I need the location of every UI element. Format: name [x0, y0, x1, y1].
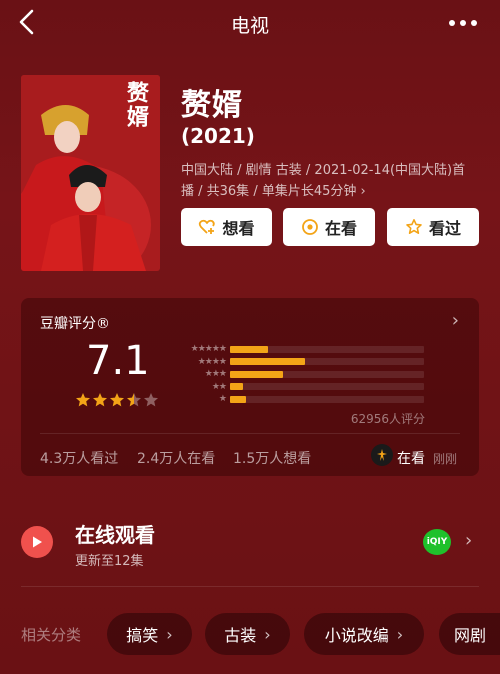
rating-bar-row: ★★ — [171, 381, 441, 393]
rating-bar-track — [230, 345, 424, 353]
rating-bar — [230, 395, 247, 403]
watched-button[interactable]: 看过 — [387, 208, 479, 246]
poster-title-art: 赘婿 — [123, 81, 149, 129]
heart-plus-icon — [198, 218, 216, 236]
tag-label: 搞笑 — [126, 626, 159, 645]
online-watch-subtitle: 更新至12集 — [75, 554, 144, 569]
rating-bar-row: ★★★★ — [171, 356, 441, 368]
star-full-icon — [75, 392, 91, 412]
watching-button[interactable]: 在看 — [283, 208, 375, 246]
show-year: (2021) — [181, 124, 255, 148]
rating-score: 7.1 — [86, 338, 150, 384]
tag-label: 小说改编 — [324, 626, 389, 645]
bar-stars-icon: ★★★★★ — [190, 344, 227, 354]
rating-distribution: ★★★★★ ★★★★ ★★★ ★★ ★ — [171, 343, 441, 406]
online-watch-title[interactable]: 在线观看 — [75, 519, 155, 548]
star-empty-icon — [143, 392, 159, 412]
show-title: 赘婿 — [181, 88, 243, 123]
iqiyi-logo-icon[interactable]: iQIY — [423, 529, 451, 555]
rating-bar — [230, 358, 305, 365]
divider — [40, 433, 460, 434]
tag-label: 古装 — [224, 626, 257, 645]
watching-count: 2.4万人在看 — [137, 451, 216, 467]
tag-costume[interactable]: 古装 › — [205, 613, 290, 655]
watched-label: 看过 — [428, 219, 461, 238]
rating-count: 62956人评分 — [350, 412, 425, 426]
play-icon[interactable] — [21, 526, 53, 558]
chevron-right-icon[interactable]: › — [452, 310, 459, 331]
star-full-icon — [109, 392, 125, 412]
my-status-time: 刚刚 — [433, 452, 458, 466]
my-status-label: 在看 — [397, 451, 425, 467]
poster-image[interactable]: 赘婿 — [21, 75, 160, 271]
wish-count: 1.5万人想看 — [233, 451, 312, 467]
rating-bar — [230, 345, 269, 353]
tag-web-drama[interactable]: 网剧 — [439, 613, 500, 655]
bar-stars-icon: ★★ — [211, 381, 227, 392]
rating-bar — [230, 370, 283, 378]
star-half-icon — [126, 392, 142, 412]
bar-stars-icon: ★★★ — [204, 369, 227, 379]
rating-bar-track — [230, 358, 424, 365]
related-categories-label: 相关分类 — [21, 626, 82, 644]
rating-bar-row: ★★★ — [171, 368, 441, 380]
rating-card[interactable]: 豆瓣评分® › 7.1 ★★★★★ ★★★★ ★★★ ★★ ★ 62956人评分 4.3… — [21, 298, 479, 476]
top-bar: 电视 — [0, 0, 500, 46]
chevron-right-icon: › — [396, 624, 404, 644]
rating-bar-track — [230, 383, 424, 390]
rating-bar-track — [230, 370, 424, 378]
chevron-right-icon: › — [166, 624, 173, 644]
page-title: 电视 — [230, 15, 269, 37]
rating-bar-row: ★ — [171, 393, 441, 405]
star-full-icon — [92, 392, 108, 412]
star-outline-icon — [405, 218, 423, 236]
tag-comedy[interactable]: 搞笑 › — [107, 613, 192, 655]
divider — [21, 586, 479, 587]
eye-circle-icon — [301, 218, 319, 236]
chevron-right-icon[interactable]: › — [465, 530, 472, 551]
watched-count: 4.3万人看过 — [40, 451, 119, 467]
more-options-icon[interactable] — [448, 9, 478, 34]
avatar[interactable] — [371, 444, 393, 466]
want-to-watch-label: 想看 — [222, 219, 255, 238]
rating-bar-track — [230, 395, 424, 403]
tag-label: 网剧 — [454, 626, 487, 645]
rating-bar-row: ★★★★★ — [171, 343, 441, 355]
chevron-right-icon: › — [264, 624, 271, 644]
bar-stars-icon: ★★★★ — [197, 356, 227, 367]
show-meta-info[interactable]: 中国大陆 / 剧情 古装 / 2021-02-14(中国大陆)首播 / 共36集… — [181, 160, 473, 202]
rating-bar — [230, 383, 243, 390]
rating-stars — [75, 392, 159, 412]
want-to-watch-button[interactable]: 想看 — [181, 208, 272, 246]
rating-heading: 豆瓣评分® — [40, 316, 110, 332]
bar-stars-icon: ★ — [218, 394, 227, 404]
watching-label: 在看 — [324, 219, 357, 238]
tag-novel-adaptation[interactable]: 小说改编 › — [304, 613, 424, 655]
